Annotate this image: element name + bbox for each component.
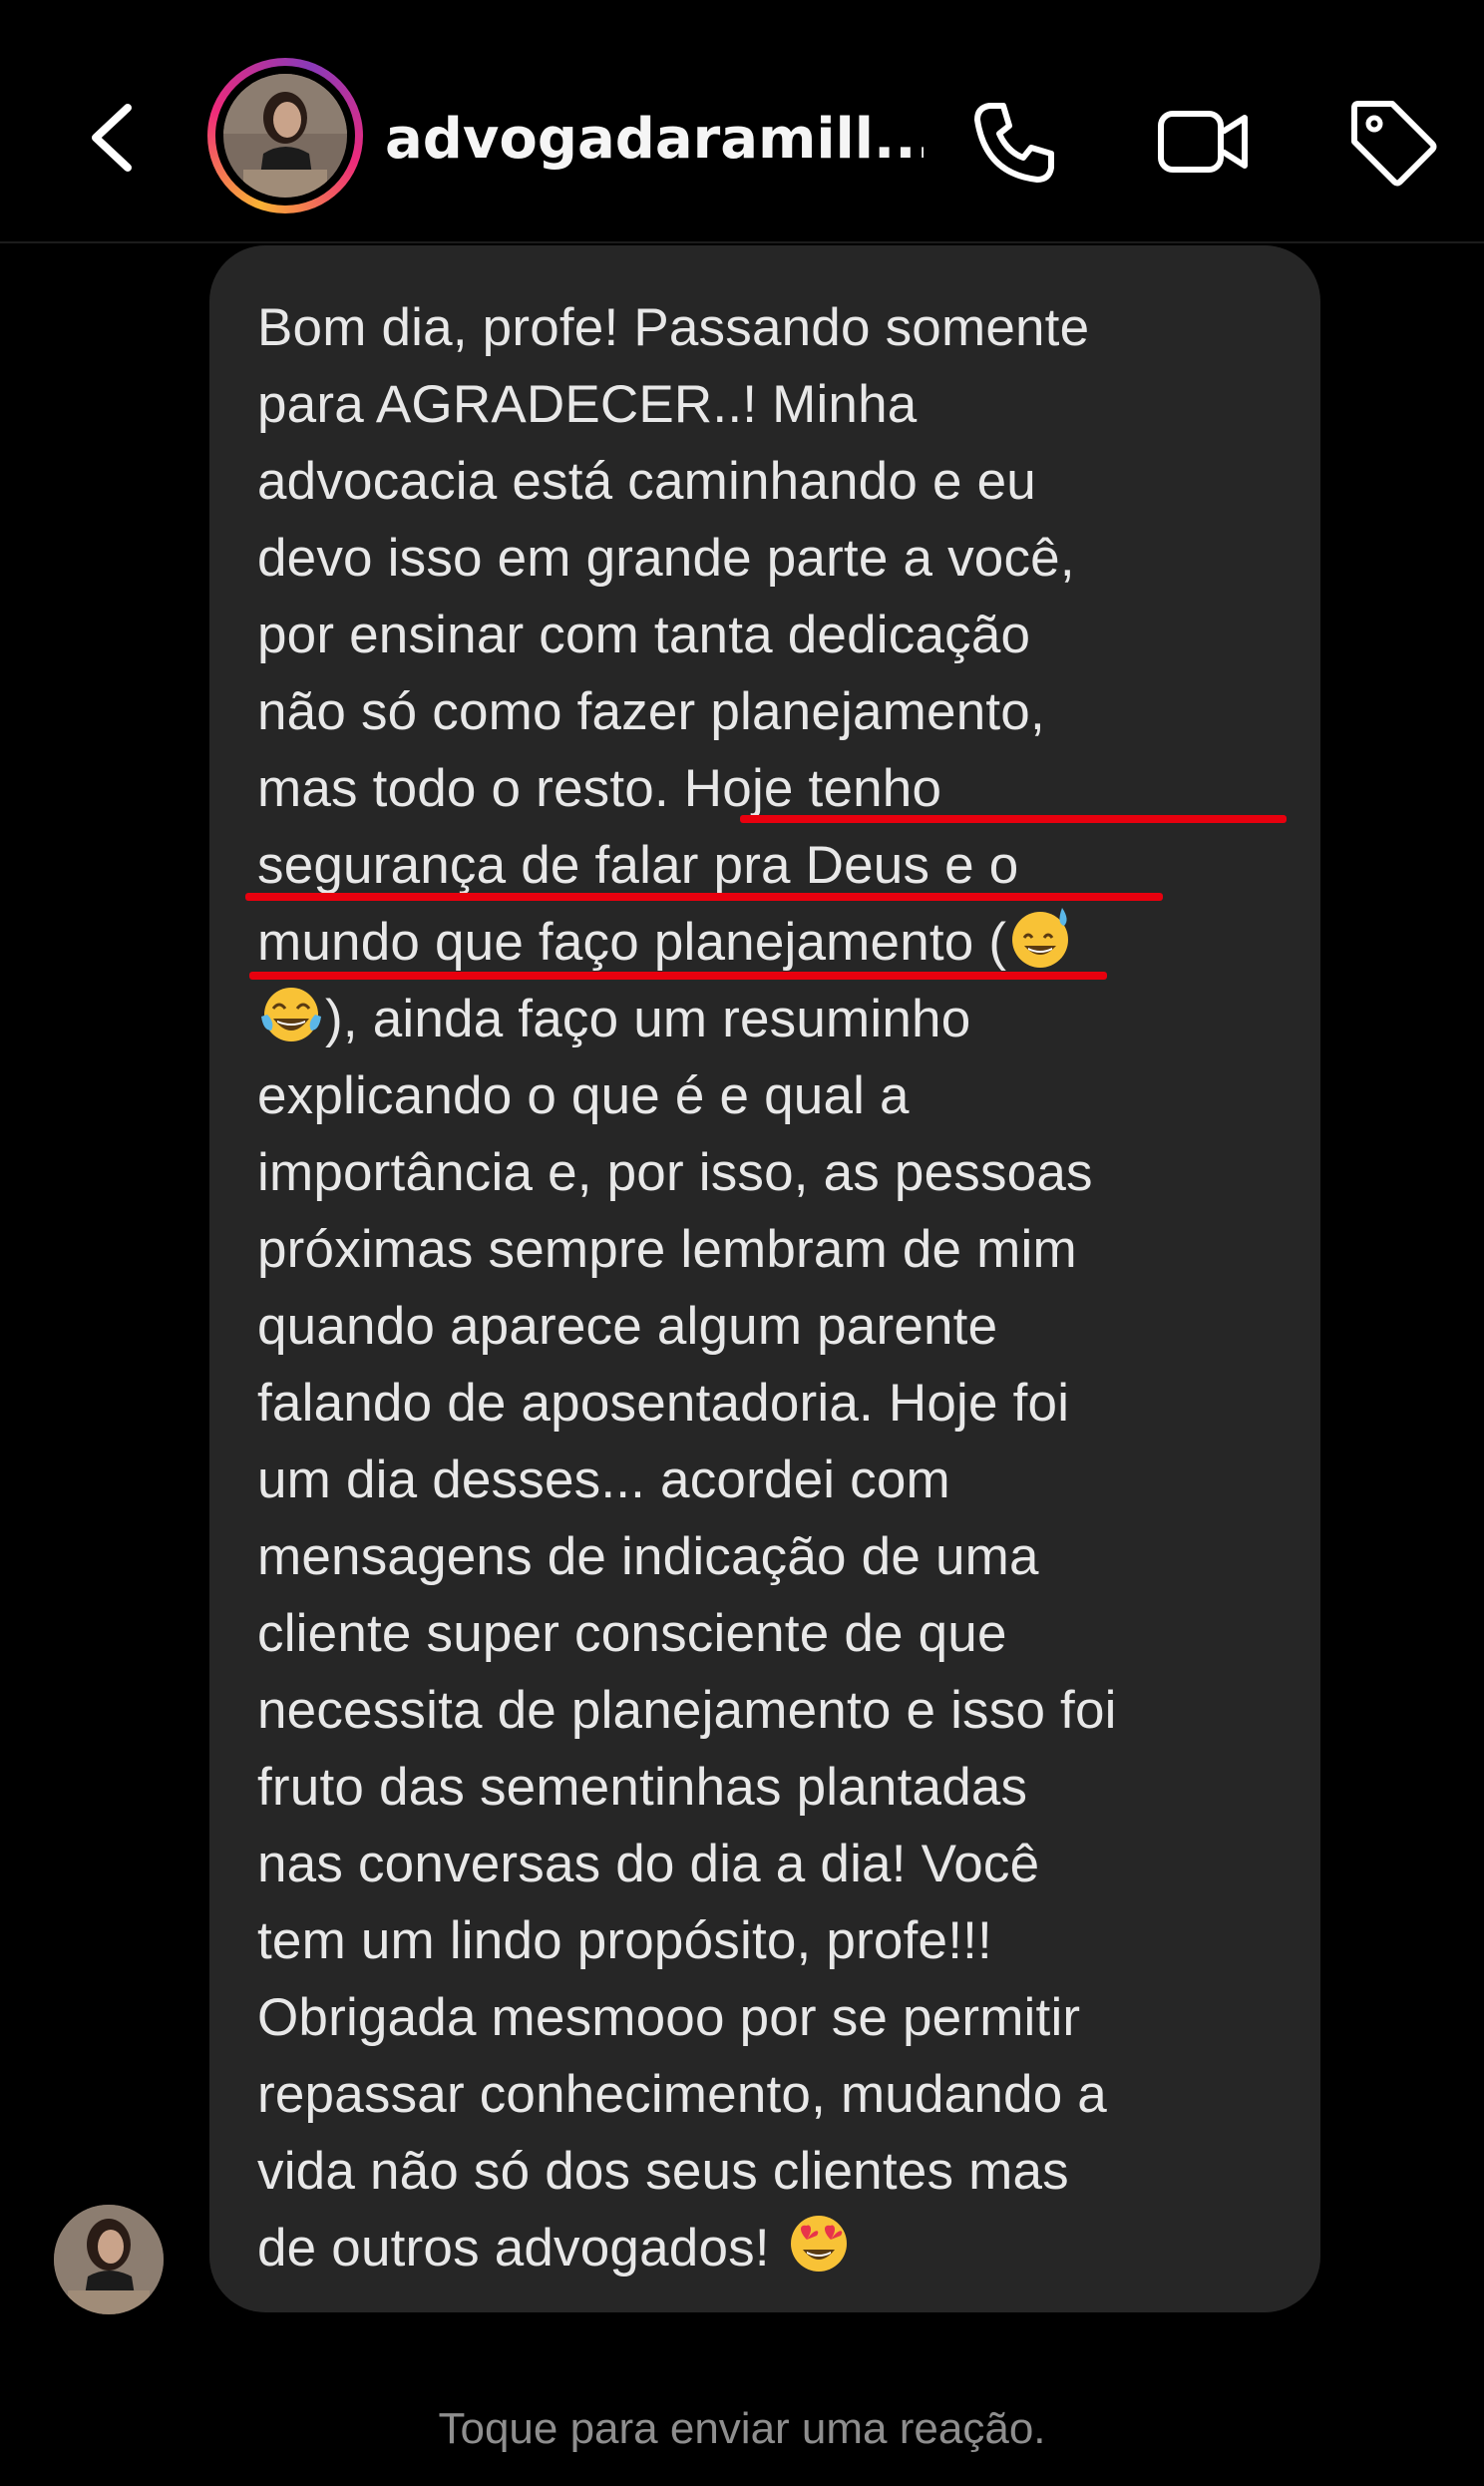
chat-header: advogadaramill... xyxy=(0,0,1484,243)
chat-username[interactable]: advogadaramill... xyxy=(385,104,924,176)
phone-icon xyxy=(974,103,1054,183)
message-text-part2: ), ainda faço um resuminho explicando o … xyxy=(257,990,1117,2278)
highlight-underline-1 xyxy=(740,815,1287,823)
back-button[interactable] xyxy=(80,92,150,184)
reaction-hint[interactable]: Toque para enviar uma reação. xyxy=(0,2404,1484,2454)
highlight-underline-2 xyxy=(245,893,1163,901)
message-text: Bom dia, profe! Passando somente para AG… xyxy=(257,289,1269,2286)
tears-of-joy-emoji xyxy=(261,988,321,1041)
grinning-sweat-emoji xyxy=(1012,908,1069,968)
call-button[interactable] xyxy=(963,92,1063,192)
highlight-underline-3 xyxy=(249,972,1107,980)
chevron-left-icon xyxy=(92,104,132,172)
tag-icon xyxy=(1351,101,1437,187)
video-camera-icon xyxy=(1158,111,1248,173)
avatar-photo xyxy=(223,74,347,198)
message-text-part1: Bom dia, profe! Passando somente para AG… xyxy=(257,298,1090,972)
message-bubble[interactable]: Bom dia, profe! Passando somente para AG… xyxy=(209,245,1320,2312)
profile-avatar[interactable] xyxy=(207,58,363,213)
tag-button[interactable] xyxy=(1342,92,1442,192)
heart-eyes-emoji xyxy=(790,2216,847,2272)
sender-avatar[interactable] xyxy=(54,2205,164,2314)
video-call-button[interactable] xyxy=(1153,92,1253,192)
